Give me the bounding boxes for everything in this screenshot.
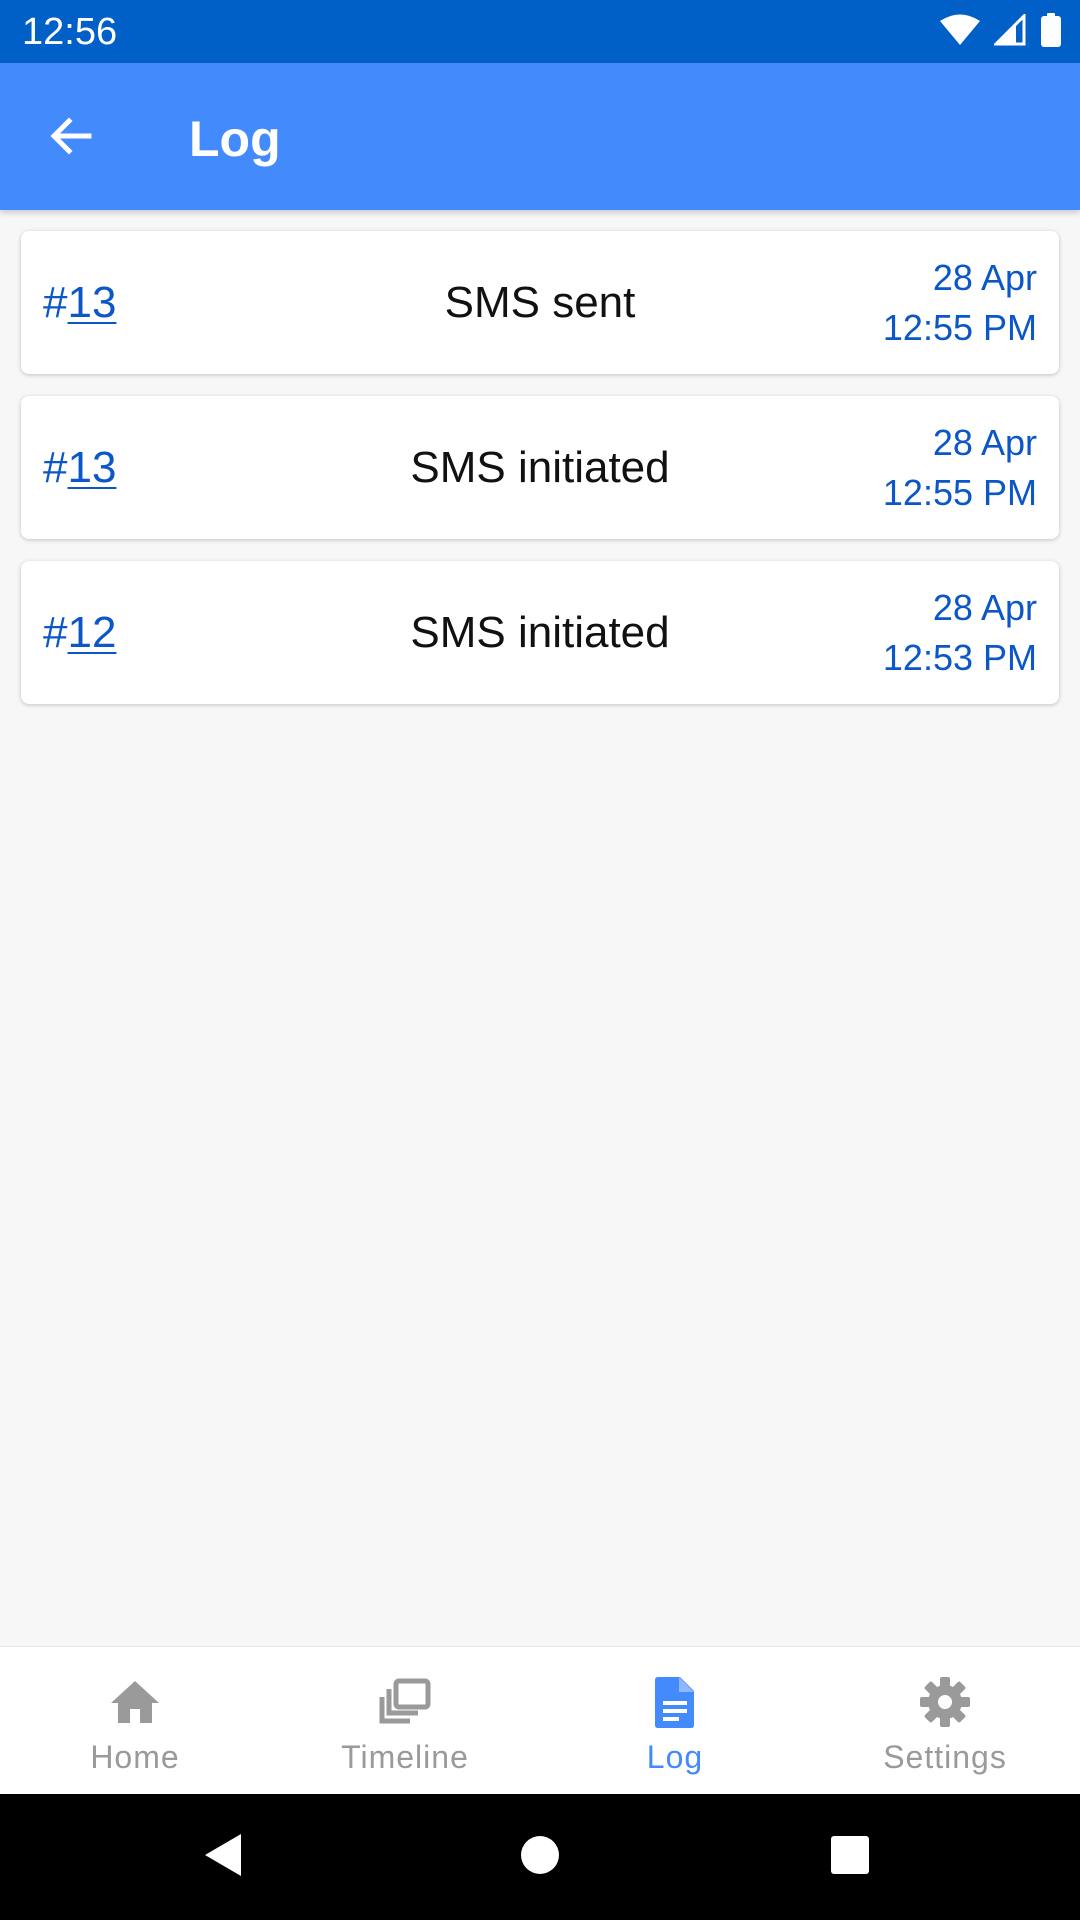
system-navigation-bar <box>0 1794 1080 1920</box>
log-entry[interactable]: #12 SMS initiated 28 Apr 12:53 PM <box>21 561 1059 704</box>
log-entry-timestamp: 28 Apr 12:55 PM <box>883 418 1037 518</box>
home-icon <box>108 1675 162 1729</box>
log-entry-time: 12:55 PM <box>882 307 1037 348</box>
log-entry-date: 28 Apr <box>932 257 1037 298</box>
system-back-button[interactable] <box>191 1824 257 1890</box>
square-recents-icon <box>828 1833 872 1882</box>
nav-item-settings[interactable]: Settings <box>810 1647 1080 1795</box>
nav-label: Home <box>90 1739 180 1775</box>
log-entry-timestamp: 28 Apr 12:55 PM <box>883 253 1037 353</box>
nav-item-timeline[interactable]: Timeline <box>270 1647 540 1795</box>
system-recents-button[interactable] <box>817 1824 883 1890</box>
log-entry-time: 12:55 PM <box>882 472 1037 513</box>
screen: 12:56 Log #13 SMS sent 28 Apr 12:55 PM #… <box>0 0 1080 1920</box>
battery-icon <box>1040 12 1062 52</box>
timeline-icon <box>378 1675 432 1729</box>
bottom-navigation: Home Timeline Log Settings <box>0 1646 1080 1795</box>
back-button[interactable] <box>36 103 106 173</box>
nav-label: Settings <box>883 1739 1007 1775</box>
triangle-back-icon <box>199 1830 249 1885</box>
log-entry-id-link[interactable]: #12 <box>43 607 116 659</box>
status-icons <box>940 11 1062 52</box>
nav-item-home[interactable]: Home <box>0 1647 270 1795</box>
gear-icon <box>918 1675 972 1729</box>
log-entry[interactable]: #13 SMS initiated 28 Apr 12:55 PM <box>21 396 1059 539</box>
system-home-button[interactable] <box>507 1824 573 1890</box>
log-entry-time: 12:53 PM <box>882 637 1037 678</box>
wifi-icon <box>940 14 980 51</box>
status-bar: 12:56 <box>0 0 1080 63</box>
log-entry-date: 28 Apr <box>932 422 1037 463</box>
nav-label: Timeline <box>341 1739 469 1775</box>
nav-label: Log <box>646 1739 704 1775</box>
log-entry-id-link[interactable]: #13 <box>43 277 116 329</box>
log-entry-timestamp: 28 Apr 12:53 PM <box>883 583 1037 683</box>
cellular-signal-icon <box>992 11 1026 51</box>
log-list: #13 SMS sent 28 Apr 12:55 PM #13 SMS ini… <box>21 231 1059 726</box>
document-icon <box>648 1675 702 1729</box>
status-time: 12:56 <box>22 11 118 53</box>
app-bar: Log <box>0 63 1080 210</box>
nav-item-log[interactable]: Log <box>540 1647 810 1795</box>
log-entry[interactable]: #13 SMS sent 28 Apr 12:55 PM <box>21 231 1059 374</box>
page-title: Log <box>189 111 281 167</box>
log-entry-date: 28 Apr <box>932 587 1037 628</box>
circle-home-icon <box>518 1833 562 1882</box>
log-entry-id-link[interactable]: #13 <box>43 442 116 494</box>
arrow-left-icon <box>47 112 95 165</box>
